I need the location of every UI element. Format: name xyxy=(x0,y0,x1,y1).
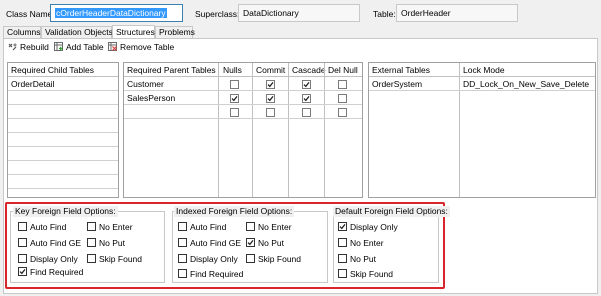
default-options-title: Default Foreign Field Options: xyxy=(333,206,450,217)
parent-col-del-null[interactable]: Del Null xyxy=(328,63,358,77)
rebuild-label: Rebuild xyxy=(20,42,49,52)
table-value: OrderHeader xyxy=(401,8,451,18)
parent-table-row[interactable]: SalesPerson xyxy=(124,92,362,105)
lock-mode-value[interactable]: DD_Lock_On_New_Save_Delete xyxy=(463,78,589,90)
commit-checkbox[interactable] xyxy=(266,108,275,117)
indexed-no-put-checkbox[interactable]: No Put xyxy=(246,237,284,249)
indexed-auto-find-ge-checkbox[interactable]: Auto Find GE xyxy=(178,237,241,249)
superclass-value: DataDictionary xyxy=(243,8,299,18)
parent-tables-header: Required Parent Tables Nulls Commit Casc… xyxy=(124,63,362,77)
key-options-title: Key Foreign Field Options: xyxy=(13,206,118,217)
remove-table-icon xyxy=(108,42,117,51)
indexed-no-enter-checkbox[interactable]: No Enter xyxy=(246,221,292,233)
commit-checkbox[interactable] xyxy=(266,80,275,89)
child-table-row[interactable] xyxy=(8,148,118,161)
superclass-label: Superclass: xyxy=(195,9,240,19)
parent-table-name: SalesPerson xyxy=(127,93,176,103)
parent-col-name[interactable]: Required Parent Tables xyxy=(127,63,216,77)
key-find-required-checkbox[interactable]: Find Required xyxy=(18,266,83,278)
key-no-put-checkbox[interactable]: No Put xyxy=(87,237,125,249)
child-tables-grid[interactable]: Required Child Tables OrderDetail xyxy=(7,62,119,198)
del-null-checkbox[interactable] xyxy=(338,108,347,117)
external-tables-header: External Tables Lock Mode xyxy=(369,63,595,77)
key-display-only-checkbox[interactable]: Display Only xyxy=(18,253,78,265)
default-no-put-checkbox[interactable]: No Put xyxy=(338,253,376,265)
external-table-row[interactable]: OrderSystem DD_Lock_On_New_Save_Delete xyxy=(369,78,595,91)
indexed-options-title: Indexed Foreign Field Options: xyxy=(174,206,295,217)
indexed-display-only-checkbox[interactable]: Display Only xyxy=(178,253,238,265)
child-table-row[interactable] xyxy=(8,134,118,147)
parent-col-cascade[interactable]: Cascade xyxy=(292,63,326,77)
external-table-name: OrderSystem xyxy=(372,79,423,89)
class-name-value: cOrderHeaderDataDictionary xyxy=(55,8,167,18)
tab-problems[interactable]: Problems xyxy=(155,26,195,38)
key-no-enter-checkbox[interactable]: No Enter xyxy=(87,221,133,233)
remove-table-button[interactable]: Remove Table xyxy=(108,41,174,53)
default-skip-found-checkbox[interactable]: Skip Found xyxy=(338,268,393,280)
cascade-checkbox[interactable] xyxy=(302,80,311,89)
table-label: Table: xyxy=(373,9,396,19)
add-table-icon xyxy=(54,42,63,51)
external-col-lock-mode[interactable]: Lock Mode xyxy=(463,63,505,77)
tab-columns[interactable]: Columns xyxy=(3,26,41,38)
parent-col-commit[interactable]: Commit xyxy=(256,63,285,77)
external-col-name[interactable]: External Tables xyxy=(372,63,430,77)
del-null-checkbox[interactable] xyxy=(338,94,347,103)
key-auto-find-ge-checkbox[interactable]: Auto Find GE xyxy=(18,237,81,249)
tab-structures[interactable]: Structures xyxy=(112,25,155,38)
nulls-checkbox[interactable] xyxy=(230,80,239,89)
parent-tables-grid[interactable]: Required Parent Tables Nulls Commit Casc… xyxy=(123,62,363,198)
remove-table-label: Remove Table xyxy=(120,42,175,52)
default-display-only-checkbox[interactable]: Display Only xyxy=(338,221,398,233)
nulls-checkbox[interactable] xyxy=(230,94,239,103)
parent-table-name: Customer xyxy=(127,79,164,89)
child-table-row[interactable] xyxy=(8,92,118,105)
child-tables-header: Required Child Tables xyxy=(8,63,118,77)
add-table-button[interactable]: Add Table xyxy=(54,41,104,53)
child-table-row[interactable] xyxy=(8,120,118,133)
indexed-skip-found-checkbox[interactable]: Skip Found xyxy=(246,253,301,265)
indexed-auto-find-checkbox[interactable]: Auto Find xyxy=(178,221,226,233)
child-table-row[interactable] xyxy=(8,176,118,189)
commit-checkbox[interactable] xyxy=(266,94,275,103)
parent-table-row[interactable]: Customer xyxy=(124,78,362,91)
nulls-checkbox[interactable] xyxy=(230,108,239,117)
parent-table-row[interactable] xyxy=(124,106,362,119)
tab-validation-objects[interactable]: Validation Objects xyxy=(41,26,113,38)
rebuild-icon xyxy=(8,42,17,51)
external-tables-grid[interactable]: External Tables Lock Mode OrderSystem DD… xyxy=(368,62,596,198)
cascade-checkbox[interactable] xyxy=(302,94,311,103)
child-table-row[interactable]: OrderDetail xyxy=(8,78,118,91)
add-table-label: Add Table xyxy=(66,42,104,52)
parent-col-nulls[interactable]: Nulls xyxy=(223,63,242,77)
class-name-field[interactable]: cOrderHeaderDataDictionary xyxy=(50,4,183,22)
table-field: OrderHeader xyxy=(396,4,518,22)
cascade-checkbox[interactable] xyxy=(302,108,311,117)
child-table-row[interactable] xyxy=(8,106,118,119)
rebuild-button[interactable]: Rebuild xyxy=(8,41,49,53)
key-auto-find-checkbox[interactable]: Auto Find xyxy=(18,221,66,233)
class-name-label: Class Name: xyxy=(6,9,55,19)
indexed-find-required-checkbox[interactable]: Find Required xyxy=(178,268,243,280)
child-table-row[interactable] xyxy=(8,162,118,175)
superclass-field: DataDictionary xyxy=(238,4,360,22)
del-null-checkbox[interactable] xyxy=(338,80,347,89)
key-skip-found-checkbox[interactable]: Skip Found xyxy=(87,253,142,265)
default-no-enter-checkbox[interactable]: No Enter xyxy=(338,237,384,249)
